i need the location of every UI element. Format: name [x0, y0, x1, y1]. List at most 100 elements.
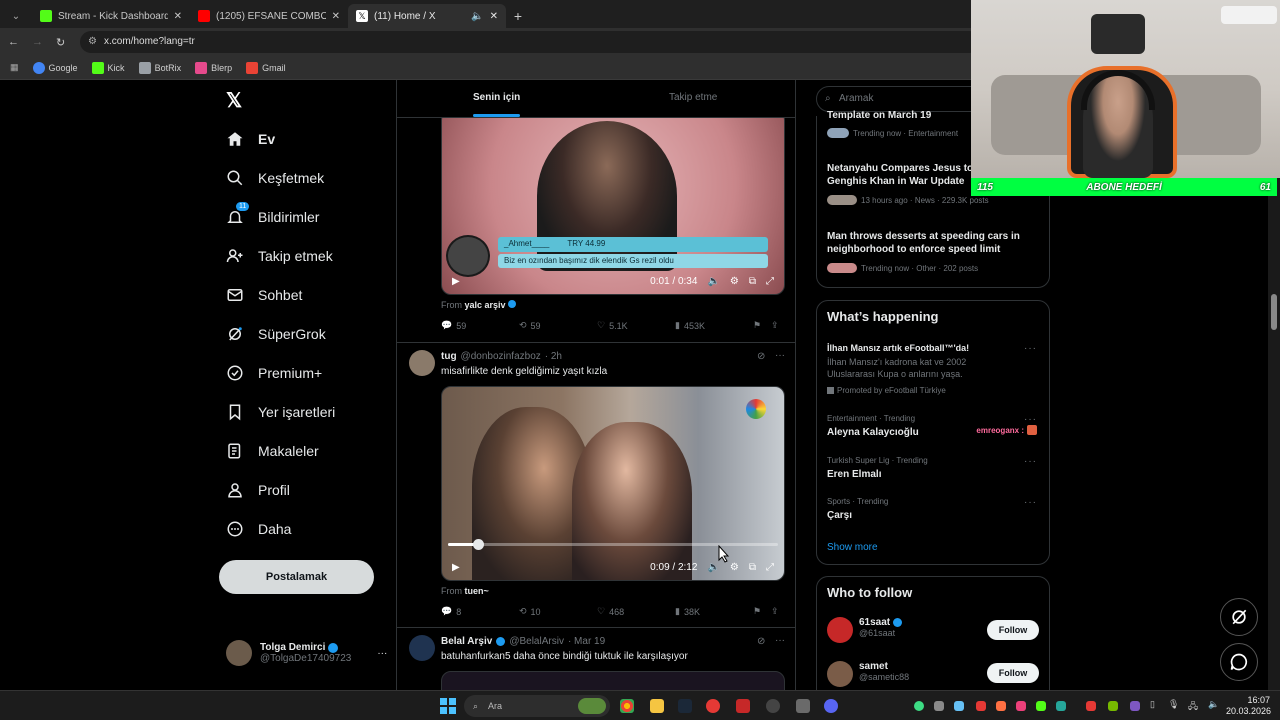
nav-follow[interactable]: Takip etmek [226, 247, 333, 265]
grok-icon[interactable]: ⊘ [757, 636, 765, 647]
x-logo-icon[interactable]: 𝕏 [226, 88, 242, 113]
author-name[interactable]: Belal Arşiv [441, 636, 492, 647]
play-icon[interactable]: ▶ [452, 276, 460, 287]
avatar[interactable] [827, 661, 853, 687]
discord-icon[interactable] [824, 699, 838, 713]
network-icon[interactable]: 🖧 [1188, 699, 1198, 715]
tray-icon[interactable] [954, 701, 964, 711]
messages-floating-button[interactable] [1220, 643, 1258, 681]
steam-icon[interactable] [678, 699, 692, 713]
more-options-icon[interactable]: ··· [775, 635, 785, 646]
post-button[interactable]: Postalamak [219, 560, 374, 594]
clock[interactable]: 16:07 20.03.2026 [1226, 695, 1271, 717]
share-button[interactable]: ⇪ [771, 320, 779, 331]
tab-youtube[interactable]: (1205) EFSANE COMBO KIŞKIRT ✕ [190, 4, 348, 28]
bookmark-button[interactable]: ⚑ [753, 606, 771, 617]
suggestion-name[interactable]: 61saat [859, 617, 890, 628]
tab-for-you[interactable]: Senin için [473, 92, 521, 117]
microphone-icon[interactable]: 🎙 [1168, 699, 1179, 710]
video-progress-handle[interactable] [472, 539, 484, 550]
reply-button[interactable]: 💬 59 [441, 320, 519, 331]
youtube-music-icon[interactable] [706, 699, 720, 713]
source-name[interactable]: tuen~ [465, 586, 489, 596]
volume-icon[interactable]: 🔈 [707, 562, 719, 573]
grok-icon[interactable]: ⊘ [757, 351, 765, 362]
video-player[interactable]: _Ahmet____ TRY 44.99 Biz en ozından başı… [441, 110, 785, 295]
tray-icon[interactable] [996, 701, 1006, 711]
tray-icon[interactable] [1016, 701, 1026, 711]
close-icon[interactable]: ✕ [174, 11, 182, 22]
more-options-icon[interactable]: ··· [775, 350, 785, 361]
like-button[interactable]: ♡ 468 [597, 606, 675, 617]
author-name[interactable]: tug [441, 351, 457, 362]
nav-profile[interactable]: Profil [226, 481, 290, 499]
apps-icon[interactable]: ▦ [10, 62, 19, 73]
more-options-icon[interactable]: ··· [377, 648, 387, 659]
tab-x-home[interactable]: 𝕏 (11) Home / X 🔈 ✕ [348, 4, 506, 28]
file-explorer-icon[interactable] [650, 699, 664, 713]
scrollbar-thumb[interactable] [1271, 294, 1277, 330]
suggestion-name[interactable]: samet [859, 661, 909, 672]
tab-kick-dashboard[interactable]: Stream - Kick Dashboard ✕ [32, 4, 190, 28]
nav-chat[interactable]: Sohbet [226, 286, 302, 304]
volume-icon[interactable]: 🔈 [1208, 699, 1219, 710]
tray-icon[interactable] [1130, 701, 1140, 711]
video-player[interactable]: ▶ 0:09 / 2:12 🔈 ⚙ ⧉ ⤢ [441, 386, 785, 581]
nav-home[interactable]: Ev [226, 130, 275, 148]
avatar[interactable] [409, 350, 435, 376]
more-options-icon[interactable]: ··· [1024, 343, 1037, 354]
bookmark-google[interactable]: Google [32, 61, 78, 74]
fullscreen-icon[interactable]: ⤢ [766, 562, 774, 573]
bookmark-botrix[interactable]: BotRix [138, 61, 181, 74]
volume-icon[interactable]: 🔈 [707, 276, 719, 287]
tab-list-button[interactable]: ⌄ [4, 4, 28, 28]
pip-icon[interactable]: ⧉ [749, 276, 756, 287]
trend-title[interactable]: Aleyna Kalaycıoğlu [827, 427, 919, 438]
tray-icon[interactable] [976, 701, 986, 711]
nav-explore[interactable]: Keşfetmek [226, 169, 324, 187]
bookmark-button[interactable]: ⚑ [753, 320, 771, 331]
tray-icon[interactable] [1056, 701, 1066, 711]
bookmark-gmail[interactable]: Gmail [246, 61, 286, 74]
tray-icon[interactable] [914, 701, 924, 711]
follow-button[interactable]: Follow [987, 620, 1039, 640]
tray-icon[interactable] [1036, 701, 1046, 711]
settings-icon[interactable]: ⚙ [730, 562, 739, 573]
nvidia-icon[interactable] [1108, 701, 1118, 711]
taskbar-search[interactable]: ⌕ Ara [464, 695, 610, 717]
url-input[interactable]: ⚙ x.com/home?lang=tr [80, 31, 980, 53]
fullscreen-icon[interactable]: ⤢ [766, 276, 774, 287]
bookmark-blerp[interactable]: Blerp [195, 61, 232, 74]
mute-icon[interactable]: 🔈 [471, 11, 483, 22]
new-tab-button[interactable]: + [506, 4, 530, 28]
trend-title[interactable]: Eren Elmalı [827, 469, 881, 480]
repost-button[interactable]: ⟲ 59 [519, 320, 597, 331]
start-button[interactable] [440, 698, 456, 714]
tray-icon[interactable] [1086, 701, 1096, 711]
nav-bookmarks[interactable]: Yer işaretleri [226, 403, 335, 421]
source-name[interactable]: yalc arşiv [465, 300, 506, 310]
bookmark-kick[interactable]: Kick [91, 61, 125, 74]
avatar[interactable] [409, 635, 435, 661]
account-switcher[interactable]: Tolga Demirci @TolgaDe17409723 ··· [226, 640, 387, 666]
site-info-icon[interactable]: ⚙ [88, 31, 97, 53]
trend-title[interactable]: Çarşı [827, 510, 852, 521]
close-icon[interactable]: ✕ [332, 11, 340, 22]
show-more-link[interactable]: Show more [827, 542, 878, 553]
trend-title[interactable]: Template on March 19 [827, 110, 987, 122]
chrome-icon[interactable] [620, 699, 634, 713]
back-icon[interactable]: ← [8, 36, 19, 48]
tray-icon[interactable] [934, 701, 944, 711]
more-options-icon[interactable]: ··· [1024, 456, 1037, 467]
more-options-icon[interactable]: ··· [1024, 414, 1037, 425]
grok-floating-button[interactable] [1220, 598, 1258, 636]
avatar[interactable] [827, 617, 853, 643]
trend-title[interactable]: Netanyahu Compares Jesus to Genghis Khan… [827, 162, 977, 188]
promo-title[interactable]: İlhan Mansız artık eFootball™'da! [827, 343, 969, 353]
app-icon[interactable] [796, 699, 810, 713]
tab-following[interactable]: Takip etme [669, 92, 717, 103]
views-button[interactable]: ▮ 38K [675, 606, 753, 617]
share-button[interactable]: ⇪ [771, 606, 779, 617]
forward-icon[interactable]: → [32, 36, 43, 48]
nav-premium[interactable]: Premium+ [226, 364, 322, 382]
